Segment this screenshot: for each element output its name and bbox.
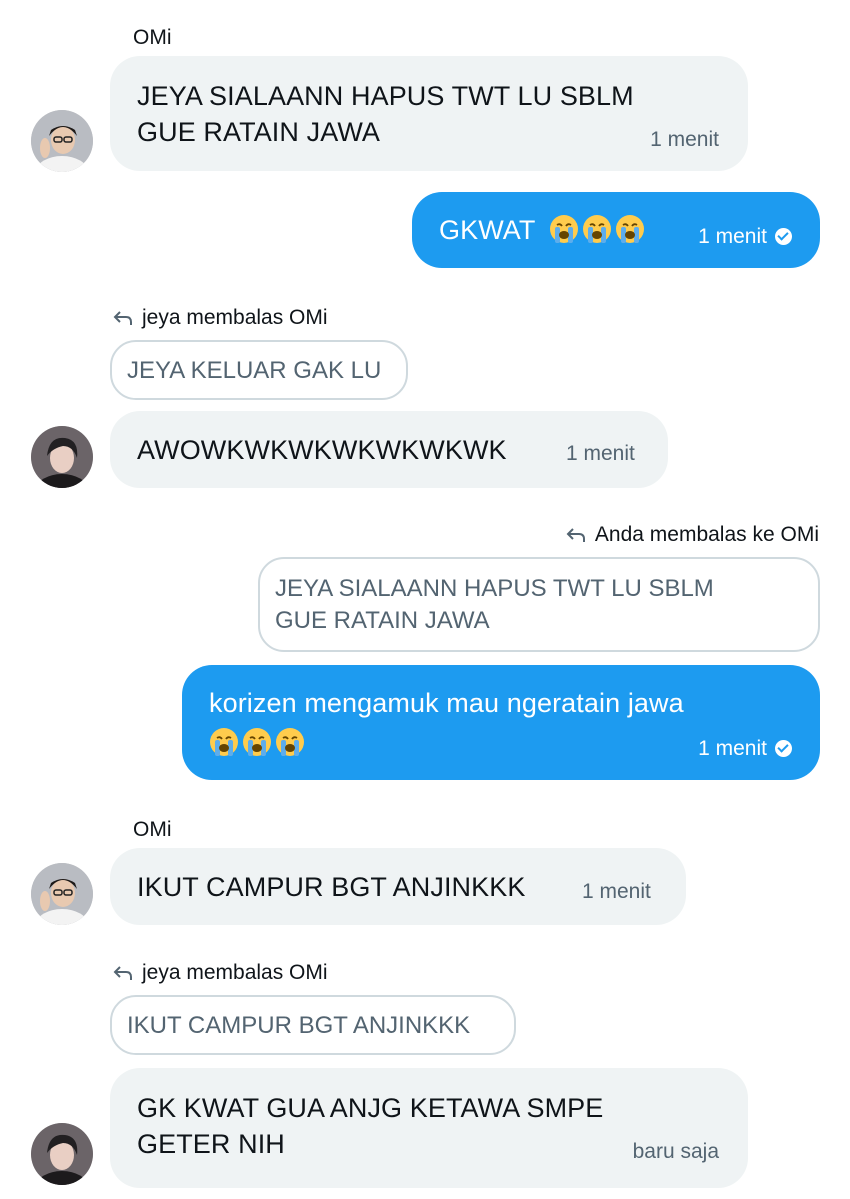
message-bubble-outgoing[interactable]: korizen mengamuk mau ngeratain jawa 1 me… [182,665,820,780]
message-bubble-incoming[interactable]: GK KWAT GUA ANJG KETAWA SMPE GETER NIH b… [110,1068,748,1188]
avatar-omi[interactable] [31,110,93,172]
message-text: GKWAT [439,215,536,245]
quoted-text-line: GUE RATAIN JAWA [275,607,490,634]
reply-context-text: jeya membalas OMi [142,306,328,329]
message-text-line: GETER NIH [137,1129,285,1159]
loudly-crying-face-emoji [615,215,644,243]
reply-context: jeya membalas OMi [112,306,328,330]
message-text-line: JEYA SIALAANN HAPUS TWT LU SBLM [137,81,634,111]
quoted-message[interactable]: JEYA KELUAR GAK LU [110,340,408,400]
message-text-line: GK KWAT GUA ANJG KETAWA SMPE [137,1093,604,1123]
message-time: 1 menit [582,880,651,903]
quoted-message[interactable]: JEYA SIALAANN HAPUS TWT LU SBLM GUE RATA… [258,557,820,652]
sender-name: OMi [133,26,172,49]
message-text: IKUT CAMPUR BGT ANJINKKK [137,872,526,902]
sent-check-icon [775,740,792,757]
message-text: AWOWKWKWKWKWKWKWK [137,435,507,465]
message-bubble-incoming[interactable]: IKUT CAMPUR BGT ANJINKKK 1 menit [110,848,686,925]
message-text-line: GUE RATAIN JAWA [137,117,381,147]
reply-arrow-icon [565,526,587,544]
message-time: 1 menit [650,128,719,151]
loudly-crying-face-emoji [243,728,271,756]
reply-context-text: jeya membalas OMi [142,961,328,984]
message-time-text: 1 menit [698,737,767,760]
reply-context: Anda membalas ke OMi [565,523,819,547]
avatar-omi[interactable] [31,863,93,925]
reply-arrow-icon [112,964,134,982]
message-time-text: 1 menit [698,225,767,248]
message-time: 1 menit [566,442,635,465]
message-bubble-outgoing[interactable]: GKWAT 1 menit [412,192,820,268]
message-time: baru saja [632,1140,719,1163]
reply-arrow-icon [112,309,134,327]
message-bubble-incoming[interactable]: JEYA SIALAANN HAPUS TWT LU SBLM GUE RATA… [110,56,748,171]
loudly-crying-face-emoji [276,728,304,756]
quoted-text: IKUT CAMPUR BGT ANJINKKK [127,1012,471,1039]
message-time: 1 menit [698,225,792,249]
message-text: korizen mengamuk mau ngeratain jawa [209,688,684,718]
message-time: 1 menit [698,737,792,761]
quoted-text: JEYA KELUAR GAK LU [127,357,382,384]
quoted-message[interactable]: IKUT CAMPUR BGT ANJINKKK [110,995,516,1055]
reply-context-text: Anda membalas ke OMi [594,523,819,546]
avatar-jeya[interactable] [31,426,93,488]
message-bubble-incoming[interactable]: AWOWKWKWKWKWKWKWK 1 menit [110,411,668,488]
loudly-crying-face-emoji [210,728,238,756]
sent-check-icon [775,228,792,245]
emoji-group [549,215,648,245]
loudly-crying-face-emoji [582,215,611,243]
reply-context: jeya membalas OMi [112,961,328,985]
quoted-text-line: JEYA SIALAANN HAPUS TWT LU SBLM [275,575,714,602]
avatar-jeya[interactable] [31,1123,93,1185]
emoji-group [209,725,684,761]
loudly-crying-face-emoji [549,215,578,243]
sender-name: OMi [133,818,172,841]
